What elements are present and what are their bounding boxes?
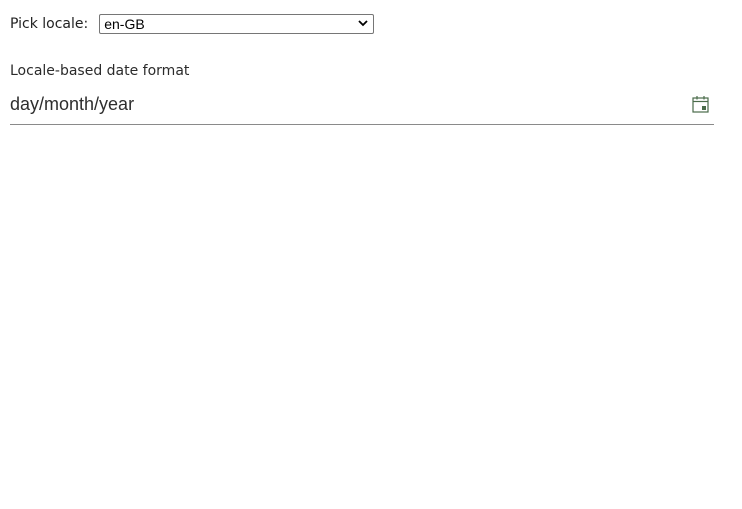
calendar-icon — [692, 96, 709, 113]
locale-row: Pick locale: en-GB — [10, 14, 375, 34]
locale-select-value: en-GB — [104, 16, 145, 32]
date-format-label: Locale-based date format — [10, 63, 190, 79]
chevron-down-icon — [358, 20, 368, 27]
date-input-value: day/month/year — [10, 94, 135, 114]
locale-select[interactable]: en-GB — [99, 14, 375, 34]
locale-label: Pick locale: — [10, 16, 89, 32]
date-input[interactable]: day/month/year — [10, 90, 714, 125]
calendar-button[interactable] — [692, 95, 709, 113]
